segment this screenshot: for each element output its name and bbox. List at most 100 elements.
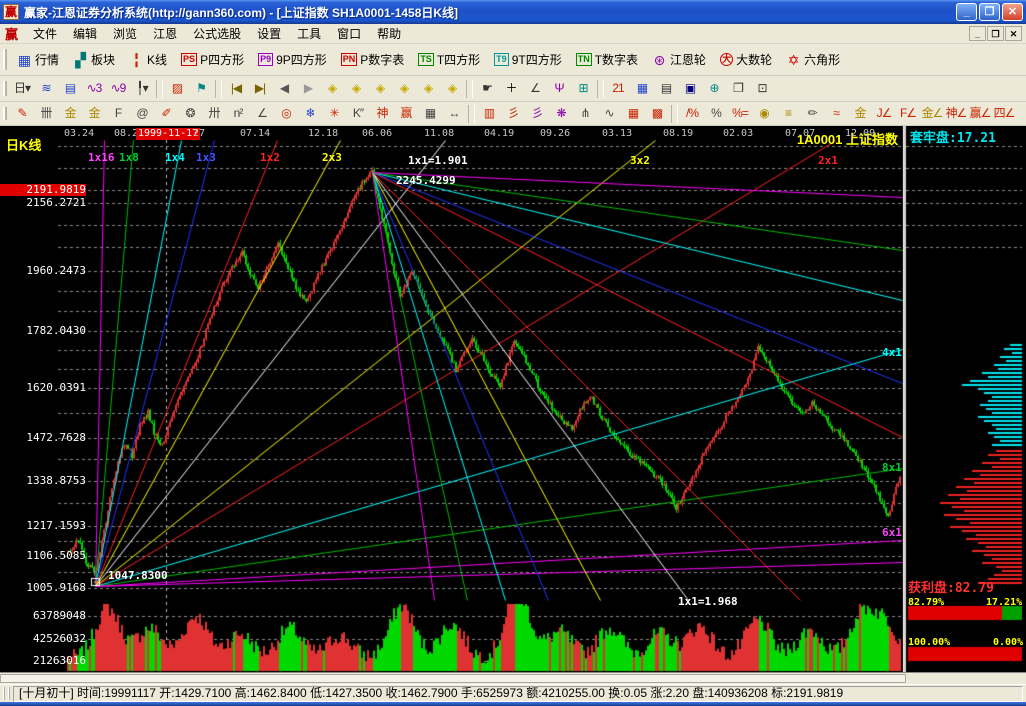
gold-ruler2-button[interactable]: 金 xyxy=(82,103,106,124)
minimize-button[interactable]: _ xyxy=(956,3,977,21)
kline-button[interactable]: ╏ K线 xyxy=(122,47,174,72)
diamond-shrink-button[interactable]: ◈ xyxy=(392,78,416,99)
p-number-table-button[interactable]: PN P数字表 xyxy=(334,47,412,72)
skip-first-button[interactable]: |◀ xyxy=(224,78,248,99)
prev-button[interactable]: ◀ xyxy=(272,78,296,99)
t-square-button[interactable]: TS T四方形 xyxy=(411,47,487,72)
notepad-button[interactable]: ▤ xyxy=(654,78,678,99)
horizontal-scrollbar[interactable] xyxy=(0,672,1026,684)
crosshair-tool-button[interactable]: ＋ xyxy=(499,78,523,99)
copy-button[interactable]: ❐ xyxy=(726,78,750,99)
candle-style-dropdown-button[interactable]: 日▾ xyxy=(10,78,34,99)
slant-percent-button[interactable]: /% xyxy=(680,103,704,124)
menu-formula-picker[interactable]: 公式选股 xyxy=(185,24,249,43)
menu-file[interactable]: 文件 xyxy=(25,24,65,43)
menu-window[interactable]: 窗口 xyxy=(329,24,369,43)
f-ruler-button[interactable]: F xyxy=(106,103,130,124)
j-angle-button[interactable]: J∠ xyxy=(872,103,896,124)
calendar-button[interactable]: 21 xyxy=(606,78,630,99)
pitchfork-button[interactable]: ⋔ xyxy=(573,103,597,124)
skip-last-button[interactable]: ▶| xyxy=(248,78,272,99)
shen-angle-button[interactable]: 神∠ xyxy=(944,103,968,124)
plain-ruler-button[interactable]: 卅 xyxy=(202,103,226,124)
p9-square-button[interactable]: P9 9P四方形 xyxy=(251,47,334,72)
gold-lines2-button[interactable]: 金 xyxy=(848,103,872,124)
diamond-height-button[interactable]: ◈ xyxy=(440,78,464,99)
win-ruler-button[interactable]: 赢 xyxy=(394,103,418,124)
red-percent-button[interactable]: %= xyxy=(728,103,752,124)
wheel-button[interactable]: ❂ xyxy=(178,103,202,124)
menu-tools[interactable]: 工具 xyxy=(289,24,329,43)
menu-view[interactable]: 浏览 xyxy=(105,24,145,43)
workstation-button[interactable]: ⊡ xyxy=(750,78,774,99)
time-ruler-button[interactable]: 卌 xyxy=(34,103,58,124)
purple-fan-button[interactable]: 彡 xyxy=(525,103,549,124)
spiral-button[interactable]: @ xyxy=(130,103,154,124)
purple-tool-button[interactable]: Ψ xyxy=(547,78,571,99)
scrollbar-thumb[interactable] xyxy=(0,674,906,683)
single-candle-dropdown-button[interactable]: ╿▾ xyxy=(130,78,154,99)
t-number-table-button[interactable]: TN T数字表 xyxy=(569,47,645,72)
erase-angle-button[interactable]: ∠ xyxy=(523,78,547,99)
k-ticks-button[interactable]: K″ xyxy=(346,103,370,124)
child-close-button[interactable]: ✕ xyxy=(1005,26,1022,41)
f-angle-button[interactable]: F∠ xyxy=(896,103,920,124)
flag-histogram-button[interactable]: ⚑ xyxy=(189,78,213,99)
small-wave-button[interactable]: ∿3 xyxy=(82,78,106,99)
info-note-button[interactable]: ▤ xyxy=(58,78,82,99)
compress-view-button[interactable]: ≋ xyxy=(34,78,58,99)
red-pen-button[interactable]: ✐ xyxy=(154,103,178,124)
quotes-table-button[interactable]: ▦ 行情 xyxy=(10,47,66,72)
target-button[interactable]: ◎ xyxy=(274,103,298,124)
menu-settings[interactable]: 设置 xyxy=(249,24,289,43)
next-button[interactable]: ▶ xyxy=(296,78,320,99)
red-fan-button[interactable]: 彡 xyxy=(501,103,525,124)
menu-gann[interactable]: 江恩 xyxy=(145,24,185,43)
shen-ruler-button[interactable]: 神 xyxy=(370,103,394,124)
blocks-button[interactable]: ▞ 板块 xyxy=(66,47,122,72)
red-wave-button[interactable]: ≈ xyxy=(824,103,848,124)
web-button[interactable]: ✳ xyxy=(322,103,346,124)
gold-angle-button[interactable]: 金∠ xyxy=(920,103,944,124)
candle-pen-button[interactable]: ✏ xyxy=(800,103,824,124)
red-pattern-button[interactable]: ▨ xyxy=(165,78,189,99)
zigzag-button[interactable]: ∿ xyxy=(597,103,621,124)
child-minimize-button[interactable]: _ xyxy=(969,26,986,41)
p-square-button[interactable]: PS P四方形 xyxy=(174,47,251,72)
gold-ruler-button[interactable]: 金 xyxy=(58,103,82,124)
four-angle-button[interactable]: 四∠ xyxy=(992,103,1016,124)
span-arrow-button[interactable]: ↔ xyxy=(442,103,466,124)
child-restore-button[interactable]: ❐ xyxy=(987,26,1004,41)
big-number-wheel-button[interactable]: 大 大数轮 xyxy=(713,47,779,72)
red-grid-button[interactable]: ▦ xyxy=(621,103,645,124)
gann-box-button[interactable]: ▥ xyxy=(477,103,501,124)
t9-square-button[interactable]: T9 9T四方形 xyxy=(487,47,569,72)
gann-wheel-button[interactable]: ⊛ 江恩轮 xyxy=(645,47,713,72)
hexagon-button[interactable]: ✡ 六角形 xyxy=(779,47,847,72)
gold-lines-button[interactable]: ≡ xyxy=(776,103,800,124)
angle-tool-button[interactable]: ∠ xyxy=(250,103,274,124)
diamond-right-button[interactable]: ◈ xyxy=(344,78,368,99)
snowflake-button[interactable]: ❄ xyxy=(298,103,322,124)
diamond-left-button[interactable]: ◈ xyxy=(320,78,344,99)
save-button[interactable]: ▣ xyxy=(678,78,702,99)
big-wave-button[interactable]: ∿9 xyxy=(106,78,130,99)
red-brush-button[interactable]: ✎ xyxy=(10,103,34,124)
hand-tool-button[interactable]: ☛ xyxy=(475,78,499,99)
percent-button[interactable]: % xyxy=(704,103,728,124)
export-button[interactable]: ⊕ xyxy=(702,78,726,99)
n2-button[interactable]: n² xyxy=(226,103,250,124)
diamond-width-button[interactable]: ◈ xyxy=(368,78,392,99)
red-grid2-button[interactable]: ▩ xyxy=(645,103,669,124)
restore-button[interactable]: ❐ xyxy=(979,3,1000,21)
close-button[interactable]: ✕ xyxy=(1002,3,1023,21)
gold-circle-button[interactable]: ◉ xyxy=(752,103,776,124)
win-angle-button[interactable]: 赢∠ xyxy=(968,103,992,124)
grid123-button[interactable]: ▦ xyxy=(418,103,442,124)
calculator-button[interactable]: ▦ xyxy=(630,78,654,99)
teal-grid-tool-button[interactable]: ⊞ xyxy=(571,78,595,99)
diamond-grow-button[interactable]: ◈ xyxy=(416,78,440,99)
menu-help[interactable]: 帮助 xyxy=(369,24,409,43)
menu-edit[interactable]: 编辑 xyxy=(65,24,105,43)
purple-web-button[interactable]: ❋ xyxy=(549,103,573,124)
